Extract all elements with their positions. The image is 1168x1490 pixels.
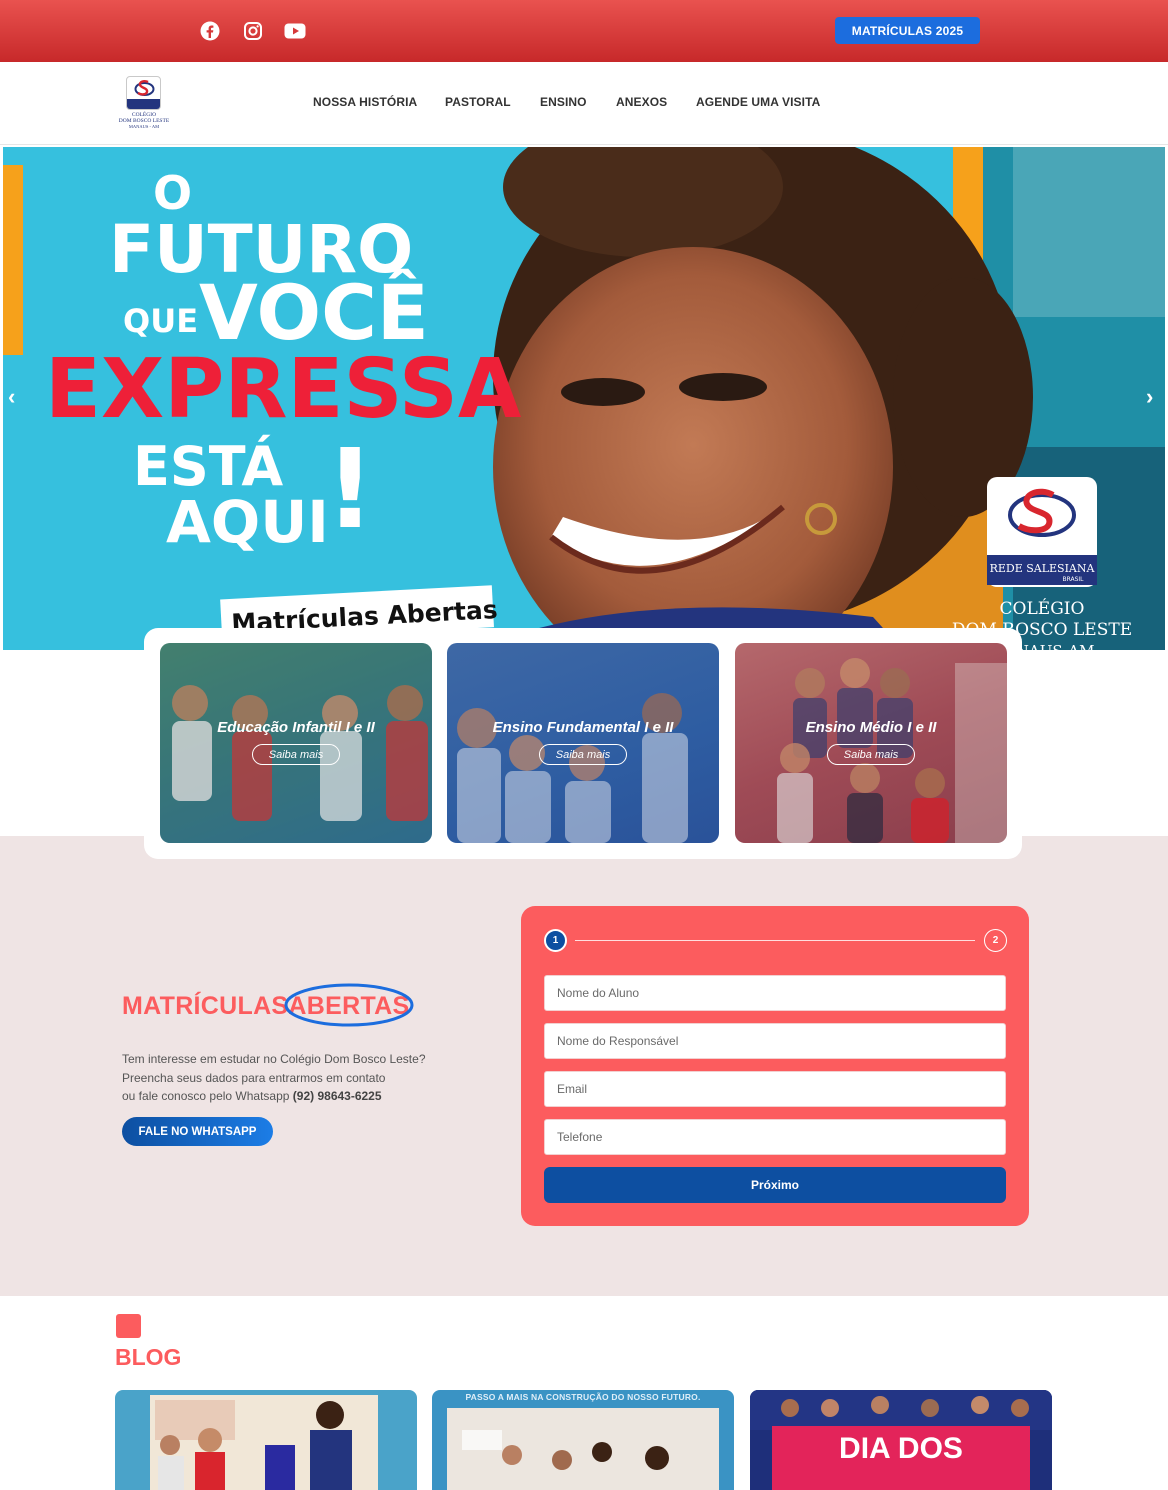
blog-card-caption: DIA DOS [839,1432,963,1465]
school-logo[interactable]: COLÉGIO DOM BOSCO LESTE MANAUS - AM [116,76,172,132]
hero-graphic: O FUTURO QUE VOCÊ EXPRESSA ESTÁ AQUI ! M… [3,147,1165,650]
card-photo [777,658,1007,843]
saiba-mais-button[interactable]: Saiba mais [827,744,915,765]
nome-aluno-field[interactable] [544,975,1006,1011]
blog-square-icon [116,1314,141,1338]
menu-ensino[interactable]: ENSINO [540,95,587,109]
step-progress-line [575,940,975,941]
menu-nossa-historia[interactable]: NOSSA HISTÓRIA [313,95,417,109]
card-photo [160,643,432,843]
nome-responsavel-input[interactable] [545,1024,1005,1058]
hero-slider: O FUTURO QUE VOCÊ EXPRESSA ESTÁ AQUI ! M… [3,147,1165,650]
svg-text:AQUI: AQUI [166,488,329,556]
menu-pastoral[interactable]: PASTORAL [445,95,511,109]
svg-text:BRASIL: BRASIL [1062,576,1084,583]
blog-card-3[interactable]: DIA DOS [750,1390,1052,1490]
telefone-field[interactable] [544,1119,1006,1155]
logo-caption: COLÉGIO DOM BOSCO LESTE MANAUS - AM [118,112,170,129]
card-educacao-infantil[interactable]: Educação Infantil I e II Saiba mais [160,643,432,843]
step-1-indicator: 1 [544,929,567,952]
email-field[interactable] [544,1071,1006,1107]
card-ensino-medio[interactable]: Ensino Médio I e II Saiba mais [735,643,1007,843]
svg-text:EXPRESSA: EXPRESSA [45,342,522,437]
nome-aluno-input[interactable] [545,976,1005,1010]
blog-title: BLOG [115,1344,182,1370]
svg-text:!: ! [325,425,375,553]
email-input[interactable] [545,1072,1005,1106]
blog-card-1[interactable] [115,1390,417,1490]
salesiana-logo-icon [126,76,161,110]
svg-text:REDE SALESIANA: REDE SALESIANA [990,562,1096,575]
whatsapp-button[interactable]: FALE NO WHATSAPP [122,1117,273,1146]
blog-card-2[interactable]: PASSO A MAIS NA CONSTRUÇÃO DO NOSSO FUTU… [432,1390,734,1490]
hero-next-arrow-icon[interactable]: › [1146,384,1153,410]
svg-text:COLÉGIO: COLÉGIO [1000,598,1085,619]
card-photo [457,693,688,843]
enroll-title: MATRÍCULAS ABERTAS [122,983,414,1027]
facebook-icon[interactable] [199,20,221,42]
highlight-circle-icon [284,983,414,1027]
whatsapp-number: (92) 98643-6225 [292,1089,382,1103]
menu-anexos[interactable]: ANEXOS [616,95,667,109]
youtube-icon[interactable] [284,20,306,42]
blog-card-photo [150,1395,378,1490]
proximo-button[interactable]: Próximo [544,1167,1006,1203]
card-ensino-fundamental[interactable]: Ensino Fundamental I e II Saiba mais [447,643,719,843]
enroll-description: Tem interesse em estudar no Colégio Dom … [122,1052,426,1103]
hero-prev-arrow-icon[interactable]: ‹ [8,384,15,410]
blog-card-photo [447,1408,719,1490]
top-bar: MATRÍCULAS 2025 [0,0,1168,62]
card-title: Ensino Fundamental I e II [492,719,674,736]
telefone-input[interactable] [545,1120,1005,1154]
card-title: Educação Infantil I e II [217,719,375,736]
nome-responsavel-field[interactable] [544,1023,1006,1059]
matriculas-2025-button[interactable]: MATRÍCULAS 2025 [835,17,980,44]
step-2-indicator: 2 [984,929,1007,952]
saiba-mais-button[interactable]: Saiba mais [252,744,340,765]
svg-text:QUE: QUE [123,302,198,340]
card-title: Ensino Médio I e II [805,719,937,736]
main-nav: COLÉGIO DOM BOSCO LESTE MANAUS - AM NOSS… [0,62,1168,145]
saiba-mais-button[interactable]: Saiba mais [539,744,627,765]
menu-agende-visita[interactable]: AGENDE UMA VISITA [696,95,820,109]
instagram-icon[interactable] [242,20,264,42]
